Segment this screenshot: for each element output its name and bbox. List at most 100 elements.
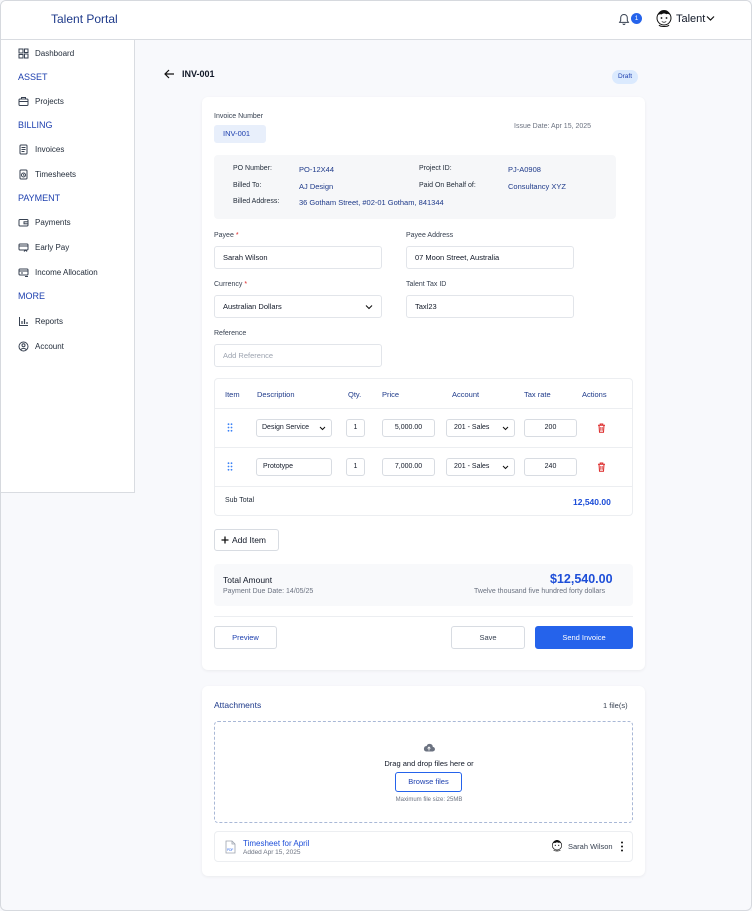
description-value: Design Service: [262, 424, 310, 431]
billed-to-label: Billed To:: [233, 182, 262, 189]
payment-due-date: Payment Due Date: 14/05/25: [223, 588, 314, 595]
total-amount-words: Twelve thousand five hundred forty dolla…: [474, 588, 606, 595]
qty-input[interactable]: 1: [346, 458, 365, 476]
trash-icon[interactable]: [597, 462, 606, 472]
table-divider: [215, 408, 632, 409]
avatar[interactable]: [655, 9, 673, 29]
attachment-owner: Sarah Wilson: [568, 842, 613, 851]
sidebar-item-account[interactable]: Account: [18, 339, 64, 353]
description-input[interactable]: Prototype: [256, 458, 332, 476]
tax-rate-input[interactable]: 200: [524, 419, 577, 437]
attachment-name[interactable]: Timesheet for April: [243, 839, 309, 848]
payee-label: Payee *: [214, 232, 239, 239]
currency-label-text: Currency: [214, 281, 243, 288]
column-header-item: Item: [225, 390, 240, 399]
project-id-value: PJ-A0908: [508, 165, 541, 174]
user-circle-icon: [18, 341, 29, 351]
qty-input[interactable]: 1: [346, 419, 365, 437]
sidebar-item-payments[interactable]: Payments: [18, 215, 71, 229]
tax-rate-input[interactable]: 240: [524, 458, 577, 476]
trash-icon[interactable]: [597, 423, 606, 433]
column-header-description: Description: [257, 390, 295, 399]
reference-input[interactable]: Add Reference: [214, 344, 382, 367]
sidebar-item-early-pay[interactable]: Early Pay: [18, 240, 69, 254]
paid-on-behalf-label: Paid On Behalf of:: [419, 182, 476, 189]
sidebar-item-label: Dashboard: [35, 48, 75, 58]
clock-icon: [19, 169, 28, 179]
price-input[interactable]: 7,000.00: [382, 458, 435, 476]
currency-select[interactable]: Australian Dollars: [214, 295, 382, 318]
drag-handle-icon[interactable]: [227, 423, 233, 432]
sidebar-item-dashboard[interactable]: Dashboard: [18, 46, 74, 60]
sidebar-group-billing: BILLING: [18, 120, 53, 130]
payee-address-label: Payee Address: [406, 232, 454, 239]
description-select[interactable]: Design Service: [256, 419, 332, 437]
sidebar-item-label: Income Allocation: [35, 267, 98, 277]
sidebar-group-asset: ASSET: [18, 72, 48, 82]
sidebar-item-label: Projects: [35, 96, 64, 106]
preview-button[interactable]: Preview: [214, 626, 277, 649]
arrow-left-icon[interactable]: [164, 69, 175, 79]
account-value: 201 - Sales: [454, 463, 490, 470]
chevron-down-icon[interactable]: [706, 15, 715, 22]
column-header-tax-rate: Tax rate: [524, 390, 551, 399]
tax-id-field[interactable]: Taxl23: [406, 295, 574, 318]
sidebar-item-label: Reports: [35, 316, 64, 326]
cloud-upload-icon: [423, 743, 435, 752]
required-mark: *: [235, 232, 239, 239]
brand-title[interactable]: Talent Portal: [51, 12, 118, 26]
allocation-icon: [18, 268, 29, 277]
document-icon: [19, 144, 28, 154]
bell-icon[interactable]: [618, 13, 630, 26]
add-item-button[interactable]: Add Item: [214, 529, 279, 551]
column-header-actions: Actions: [582, 390, 607, 399]
pdf-type-label: PDF: [227, 848, 233, 852]
sidebar-item-reports[interactable]: Reports: [18, 314, 63, 328]
account-select[interactable]: 201 - Sales: [446, 419, 515, 437]
payee-address-field[interactable]: 07 Moon Street, Australia: [406, 246, 574, 269]
sidebar-item-income-allocation[interactable]: Income Allocation: [18, 265, 98, 279]
sidebar-item-invoices[interactable]: Invoices: [18, 142, 64, 156]
send-invoice-button[interactable]: Send Invoice: [535, 626, 633, 649]
status-badge: Draft: [612, 70, 638, 84]
briefcase-icon: [18, 96, 29, 106]
sidebar-group-payment: PAYMENT: [18, 193, 61, 203]
user-menu-label[interactable]: Talent: [676, 13, 705, 25]
column-header-price: Price: [382, 390, 400, 399]
column-header-qty: Qty.: [348, 390, 362, 399]
pdf-file-icon: PDF: [225, 840, 236, 854]
po-number-label: PO Number:: [233, 165, 272, 172]
sidebar-item-label: Invoices: [35, 144, 65, 154]
drag-handle-icon[interactable]: [227, 462, 233, 471]
issue-date: Issue Date: Apr 15, 2025: [514, 123, 592, 130]
more-vertical-icon[interactable]: [620, 841, 624, 852]
dashboard-icon: [18, 48, 29, 58]
attachment-date: Added Apr 15, 2025: [243, 849, 301, 856]
reference-label: Reference: [214, 330, 247, 337]
browse-files-button[interactable]: Browse files: [395, 772, 462, 792]
invoice-number-value: INV-001: [214, 125, 266, 143]
sidebar-item-timesheets[interactable]: Timesheets: [18, 167, 76, 181]
save-button[interactable]: Save: [451, 626, 525, 649]
project-id-label: Project ID:: [419, 165, 452, 172]
billed-to-value: AJ Design: [299, 182, 334, 191]
plus-icon: [221, 536, 229, 544]
sidebar-item-label: Account: [35, 341, 64, 351]
attachments-count: 1 file(s): [603, 701, 628, 710]
chevron-down-icon: [502, 426, 509, 431]
chevron-down-icon: [319, 426, 326, 431]
sidebar-item-projects[interactable]: Projects: [18, 94, 64, 108]
account-select[interactable]: 201 - Sales: [446, 458, 515, 476]
page-title: INV-001: [182, 69, 215, 79]
sidebar-item-label: Early Pay: [35, 242, 70, 252]
paid-on-behalf-value: Consultancy XYZ: [508, 182, 566, 191]
notification-badge[interactable]: 1: [631, 13, 642, 24]
card-icon: [18, 243, 29, 252]
attachments-title: Attachments: [214, 700, 262, 710]
dropzone-text: Drag and drop files here or: [384, 759, 474, 768]
price-input[interactable]: 5,000.00: [382, 419, 435, 437]
billed-address-value: 36 Gotham Street, #02-01 Gotham, 841344: [299, 198, 444, 207]
billed-address-label: Billed Address:: [233, 198, 280, 205]
invoice-number-label: Invoice Number: [214, 113, 264, 120]
payee-field[interactable]: Sarah Wilson: [214, 246, 382, 269]
